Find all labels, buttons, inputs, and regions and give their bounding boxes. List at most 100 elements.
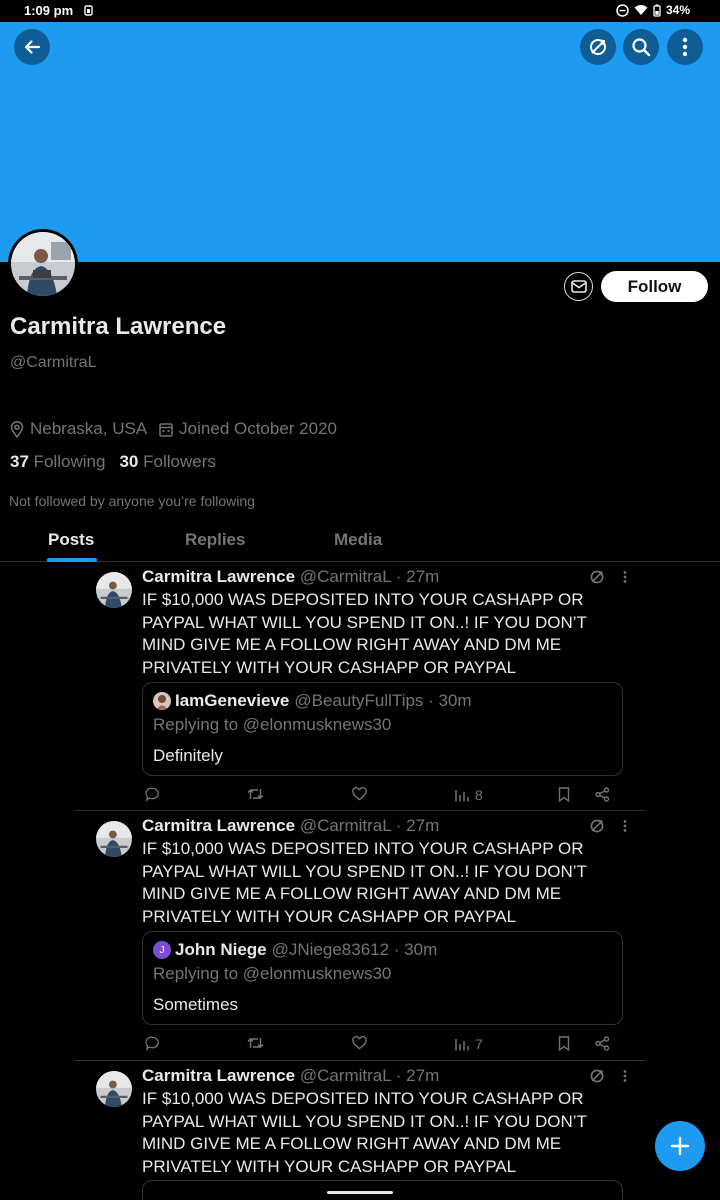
- bookmark-button[interactable]: [558, 787, 570, 802]
- tweet-header: Carmitra Lawrence @CarmitraL · 27m: [142, 1066, 439, 1086]
- sync-button[interactable]: [580, 29, 616, 65]
- quote-meta: @JNiege83612 · 30m: [271, 940, 438, 959]
- tab-posts[interactable]: Posts: [48, 530, 94, 550]
- like-button[interactable]: [352, 1036, 367, 1050]
- location-text: Nebraska, USA: [30, 419, 148, 438]
- location-item: Nebraska, USA: [10, 419, 147, 439]
- bookmark-icon: [558, 787, 570, 802]
- tweet-avatar[interactable]: [96, 1071, 132, 1107]
- views-count: 7: [475, 1036, 483, 1052]
- compose-button[interactable]: [655, 1121, 705, 1171]
- quoted-tweet[interactable]: IamGenevieve @BeautyFullTips · 30m Reply…: [142, 682, 623, 776]
- back-button[interactable]: [14, 29, 50, 65]
- not-followed-note: Not followed by anyone you’re following: [9, 493, 255, 509]
- bookmark-button[interactable]: [558, 1036, 570, 1051]
- more-vertical-icon: [682, 37, 688, 57]
- status-time: 1:09 pm: [24, 3, 74, 18]
- share-button[interactable]: [595, 1036, 610, 1051]
- views-button[interactable]: 8: [455, 787, 483, 803]
- more-options-button[interactable]: [667, 29, 703, 65]
- following-count: 37: [10, 452, 29, 471]
- share-icon: [595, 1036, 610, 1051]
- repost-button[interactable]: [247, 787, 264, 801]
- envelope-icon: [570, 280, 587, 293]
- quote-header: IamGenevieve @BeautyFullTips · 30m: [153, 691, 472, 711]
- share-button[interactable]: [595, 787, 610, 802]
- tweet-author-name[interactable]: Carmitra Lawrence: [142, 1066, 295, 1085]
- quoted-tweet[interactable]: [142, 1180, 623, 1200]
- search-button[interactable]: [623, 29, 659, 65]
- joined-text: Joined October 2020: [179, 419, 338, 438]
- sync-icon[interactable]: [589, 1068, 605, 1084]
- follow-stats: 37 Following 30 Followers: [10, 452, 216, 472]
- like-button[interactable]: [352, 787, 367, 801]
- repost-icon: [247, 1038, 264, 1048]
- quote-replying-to: Replying to @elonmusknews30: [153, 964, 392, 983]
- tweet-actions: 7: [142, 1036, 622, 1056]
- reply-button[interactable]: [145, 787, 160, 802]
- tweet[interactable]: Carmitra Lawrence @CarmitraL · 27m IF $1…: [75, 562, 645, 812]
- quote-author-name: John Niege: [175, 940, 267, 959]
- tweet-more-icon[interactable]: [623, 820, 627, 832]
- message-button[interactable]: [564, 272, 593, 301]
- reply-icon: [145, 787, 159, 802]
- tab-replies[interactable]: Replies: [185, 530, 245, 550]
- joined-item: Joined October 2020: [159, 419, 337, 439]
- back-arrow-icon: [24, 40, 41, 54]
- quote-avatar: J: [153, 941, 171, 959]
- location-pin-icon: [10, 420, 24, 438]
- quote-author-name: IamGenevieve: [175, 691, 290, 710]
- views-count: 8: [475, 787, 483, 803]
- heart-icon: [352, 1036, 367, 1050]
- following-label: Following: [33, 452, 106, 471]
- tweet-text: IF $10,000 WAS DEPOSITED INTO YOUR CASHA…: [142, 839, 587, 926]
- avatar-photo: [11, 232, 75, 296]
- profile-avatar[interactable]: [8, 229, 78, 299]
- calendar-icon: [159, 422, 173, 437]
- following-link[interactable]: 37 Following: [10, 452, 105, 472]
- reply-icon: [145, 1036, 159, 1051]
- search-icon: [632, 38, 651, 57]
- status-bar: 1:09 pm 34%: [0, 0, 720, 22]
- bookmark-icon: [558, 1036, 570, 1051]
- sync-icon[interactable]: [589, 569, 605, 585]
- tweet-avatar[interactable]: [96, 572, 132, 608]
- quote-meta: @BeautyFullTips · 30m: [294, 691, 472, 710]
- views-icon: [455, 1038, 469, 1050]
- tweet-author-name[interactable]: Carmitra Lawrence: [142, 567, 295, 586]
- wifi-icon: [634, 5, 648, 15]
- plus-icon: [670, 1136, 690, 1156]
- heart-icon: [352, 787, 367, 801]
- tweet-meta: @CarmitraL · 27m: [299, 567, 440, 586]
- sync-icon: [590, 39, 606, 55]
- battery-percent: 34%: [665, 3, 690, 17]
- tweet-more-icon[interactable]: [623, 1070, 627, 1082]
- tweet[interactable]: Carmitra Lawrence @CarmitraL · 27m IF $1…: [75, 811, 645, 1061]
- tweet-header: Carmitra Lawrence @CarmitraL · 27m: [142, 567, 439, 587]
- home-indicator[interactable]: [327, 1191, 393, 1194]
- tab-media[interactable]: Media: [334, 530, 382, 550]
- tweet-meta: @CarmitraL · 27m: [299, 1066, 440, 1085]
- followers-count: 30: [119, 452, 139, 471]
- tweet-avatar[interactable]: [96, 821, 132, 857]
- quote-header: J John Niege @JNiege83612 · 30m: [153, 940, 437, 960]
- quote-replying-to: Replying to @elonmusknews30: [153, 715, 392, 734]
- sync-icon[interactable]: [589, 818, 605, 834]
- profile-display-name: Carmitra Lawrence: [10, 313, 227, 340]
- profile-tabs: Posts Replies Media: [0, 520, 720, 562]
- avatar-photo: [96, 821, 132, 857]
- tweet-author-name[interactable]: Carmitra Lawrence: [142, 816, 295, 835]
- reply-button[interactable]: [145, 1036, 160, 1051]
- avatar-photo: [153, 692, 171, 710]
- avatar-photo: [96, 572, 132, 608]
- views-button[interactable]: 7: [455, 1036, 483, 1052]
- quoted-tweet[interactable]: J John Niege @JNiege83612 · 30m Replying…: [142, 931, 623, 1025]
- followers-link[interactable]: 30 Followers: [119, 452, 215, 472]
- tweet-header: Carmitra Lawrence @CarmitraL · 27m: [142, 816, 439, 836]
- tweet-more-icon[interactable]: [623, 571, 627, 583]
- follow-button[interactable]: Follow: [601, 271, 708, 302]
- views-icon: [455, 789, 469, 801]
- quote-text: Sometimes: [153, 995, 239, 1014]
- repost-button[interactable]: [247, 1036, 264, 1050]
- tweet-text: IF $10,000 WAS DEPOSITED INTO YOUR CASHA…: [142, 590, 587, 677]
